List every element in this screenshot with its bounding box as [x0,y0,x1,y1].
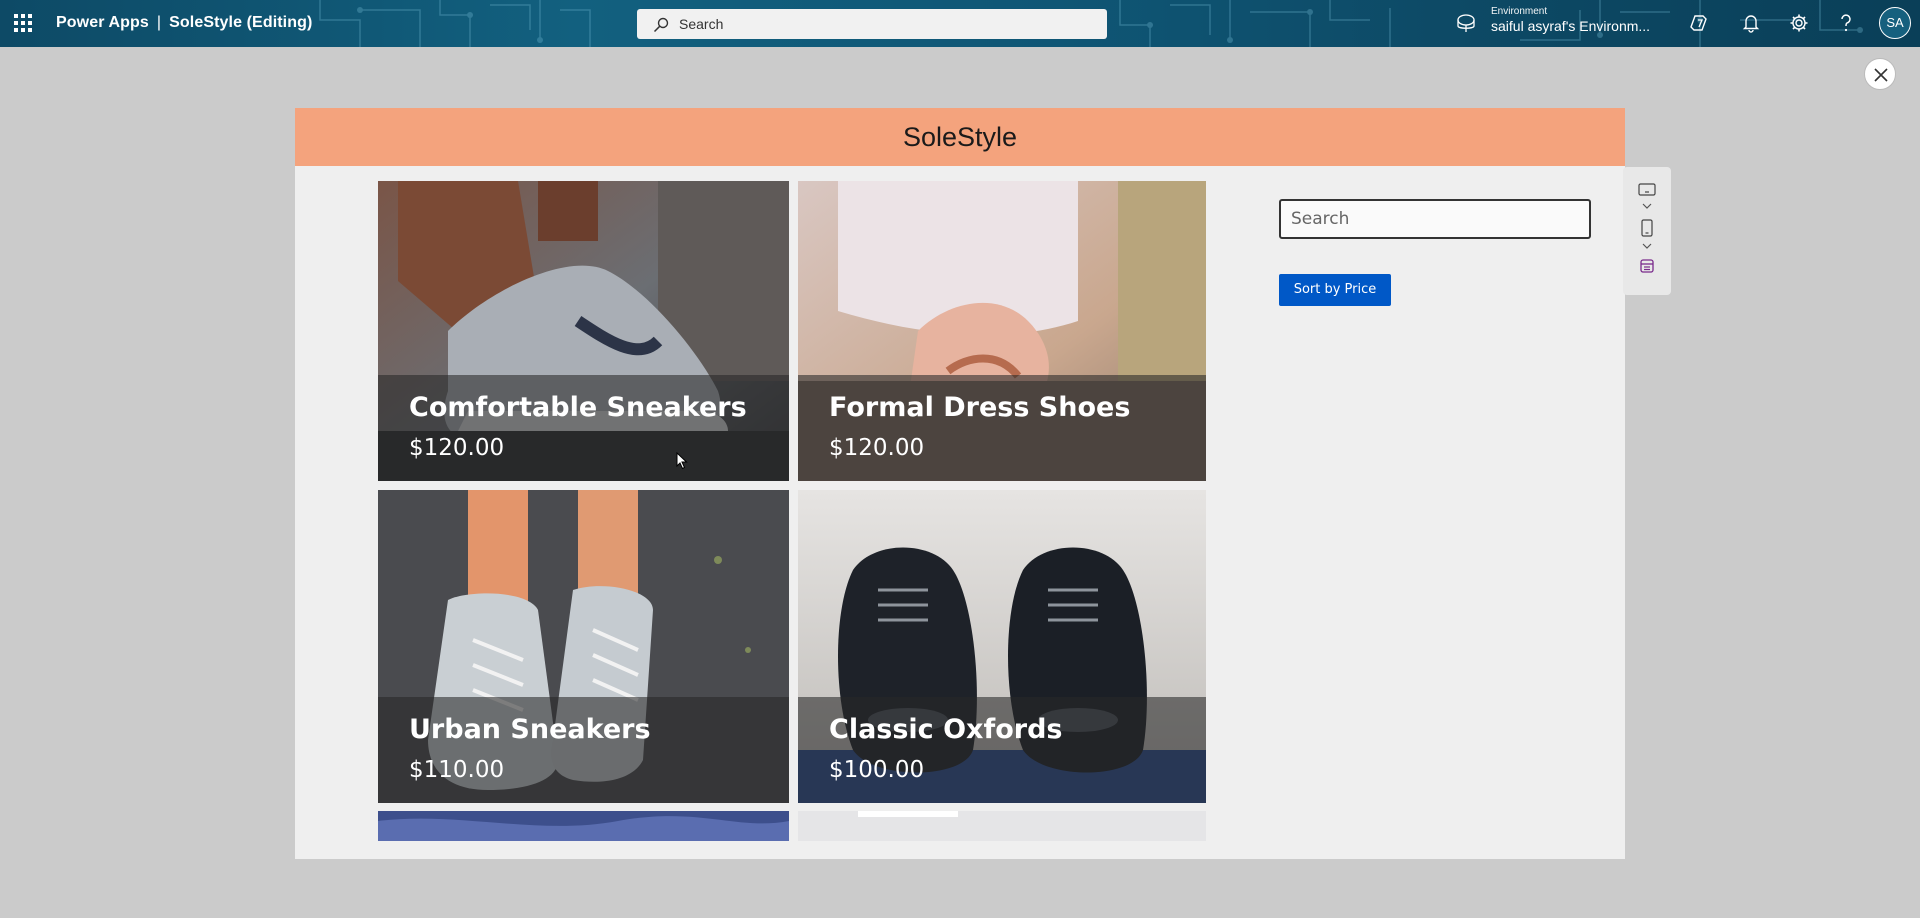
product-caption-bg [378,375,789,481]
product-image-partial [798,811,1206,841]
product-search-placeholder: Search [1291,209,1350,229]
product-card[interactable]: Urban Sneakers $110.00 [378,490,789,803]
product-name: Classic Oxfords [829,714,1063,745]
environment-label: Environment [1491,6,1548,17]
product-caption-bg [798,697,1206,803]
product-gallery[interactable]: Comfortable Sneakers $120.00 Formal Dres… [378,181,1208,859]
global-search-input[interactable]: Search [637,9,1107,39]
product-price: $110.00 [409,757,505,783]
title-separator: | [156,14,162,31]
chevron-down-icon[interactable] [1642,243,1652,249]
product-card[interactable]: Classic Oxfords $100.00 [798,490,1206,803]
sort-by-price-button[interactable]: Sort by Price [1279,274,1391,306]
app-settings-icon[interactable] [1640,259,1654,273]
copilot-icon[interactable] [1690,13,1710,33]
product-card[interactable]: Formal Dress Shoes $120.00 [798,181,1206,481]
global-search-placeholder: Search [679,16,724,32]
product-search-input[interactable]: Search [1279,199,1591,239]
top-navigation-bar: Power Apps | SoleStyle (Editing) Search En… [0,0,1920,47]
document-title: SoleStyle (Editing) [169,14,313,31]
product-image-partial [378,811,789,841]
device-toolbar [1623,167,1671,295]
product-name: Comfortable Sneakers [409,392,747,423]
environment-icon[interactable] [1456,12,1476,34]
app-title: Power Apps | SoleStyle (Editing) [56,14,312,32]
app-canvas: SoleStyle Comfortable Sneakers $120.00 F… [295,108,1625,859]
environment-name: saiful asyraf's Environm... [1491,18,1651,34]
product-card[interactable] [798,811,1206,841]
product-caption-bg [798,375,1206,481]
close-preview-button[interactable] [1864,58,1896,90]
user-avatar[interactable]: SA [1879,7,1911,39]
close-icon [1874,68,1888,82]
chevron-down-icon[interactable] [1642,203,1652,209]
mouse-cursor-icon [676,452,688,470]
gear-icon[interactable] [1789,13,1809,33]
product-name: Urban Sneakers [409,714,651,745]
search-icon [653,17,669,33]
help-icon[interactable] [1838,13,1854,33]
product-card[interactable] [378,811,789,841]
phone-layout-icon[interactable] [1641,219,1653,237]
product-price: $100.00 [829,757,925,783]
product-price: $120.00 [829,435,925,461]
app-header: SoleStyle [295,108,1625,166]
power-apps-label[interactable]: Power Apps [56,14,149,31]
tablet-layout-icon[interactable] [1638,183,1656,197]
product-caption-bg [378,697,789,803]
product-price: $120.00 [409,435,505,461]
app-header-title: SoleStyle [902,122,1018,152]
environment-picker[interactable]: Environment saiful asyraf's Environm... [1491,5,1650,33]
product-name: Formal Dress Shoes [829,392,1131,423]
product-card[interactable]: Comfortable Sneakers $120.00 [378,181,789,481]
waffle-icon[interactable] [14,14,32,32]
bell-icon[interactable] [1741,13,1761,33]
